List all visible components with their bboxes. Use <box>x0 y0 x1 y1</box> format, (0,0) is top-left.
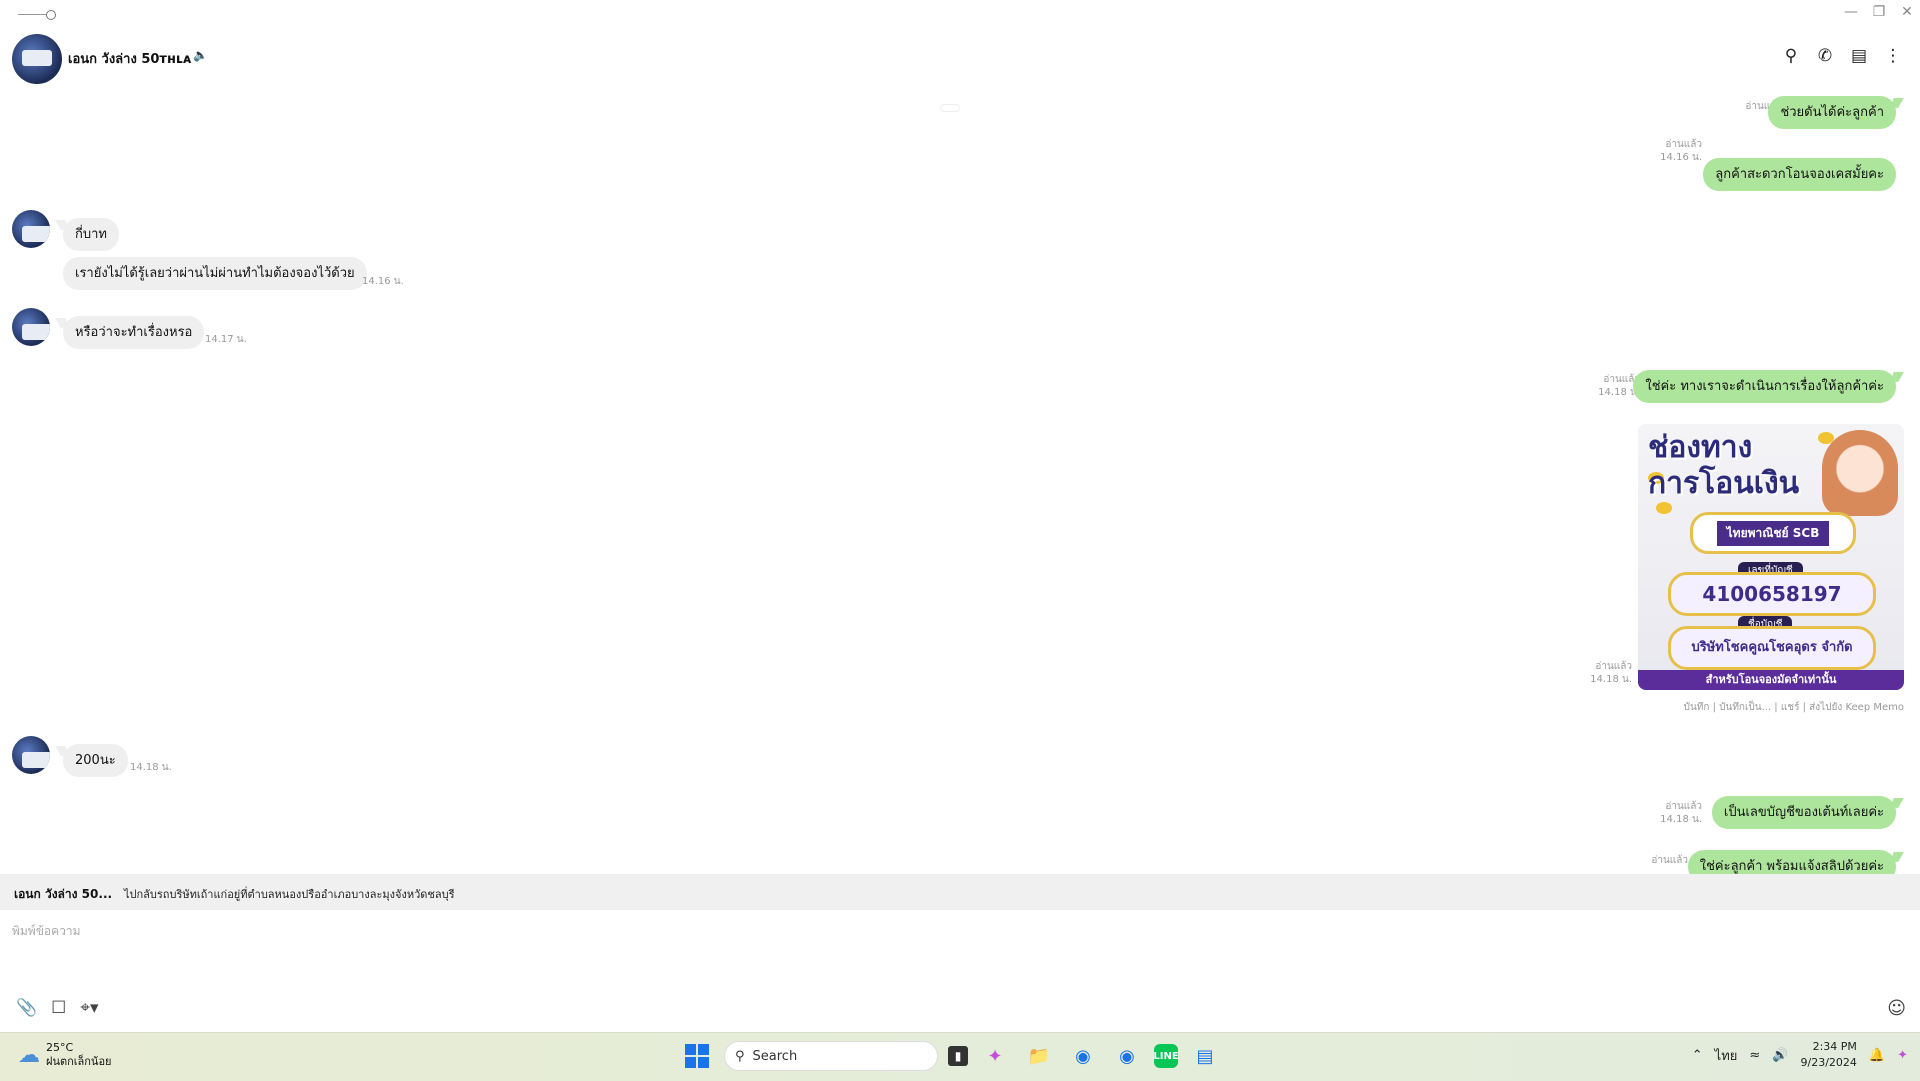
copilot-icon[interactable]: ✦ <box>978 1039 1012 1073</box>
copilot-tray-icon[interactable]: ✦ <box>1897 1048 1908 1063</box>
reply-sender: เอนก วังล่าง 50... <box>14 887 113 901</box>
mute-icon: 🔈 <box>193 48 208 62</box>
reply-text: ไปกลับรถบริษัทเถ้าแก่อยู่ที่ตำบลหนองปรือ… <box>124 888 455 901</box>
message-bubble-in[interactable]: เรายังไม่ได้รู้เลยว่าผ่านไม่ผ่านทำไมต้อง… <box>63 257 367 290</box>
bank-badge: ไทยพาณิชย์ SCB <box>1690 512 1856 554</box>
coin-decoration <box>1656 502 1672 514</box>
read-status: อ่านแล้ว <box>1595 661 1632 672</box>
notes-icon[interactable]: ▤ <box>1850 46 1868 66</box>
bell-icon[interactable]: 🔔 <box>1869 1048 1885 1063</box>
message-bubble-in[interactable]: 200นะ <box>63 744 128 777</box>
message-time: 14.16 น. <box>1660 152 1702 163</box>
message-meta: อ่านแล้ว 14.18 น. <box>1660 800 1702 826</box>
chat-header: เอนก วังล่าง 50ᴛʜʟᴀ 🔈 ⚲ ✆ ▤ ⋮ <box>0 30 1920 84</box>
line-chat-window: — ❐ ✕ เอนก วังล่าง 50ᴛʜʟᴀ 🔈 ⚲ ✆ ▤ ⋮ อ่าน… <box>0 0 1920 1032</box>
message-bubble-in[interactable]: กี่บาท <box>63 218 119 251</box>
read-status: อ่านแล้ว <box>1651 855 1688 866</box>
emoji-icon[interactable]: ☺ <box>1887 998 1906 1019</box>
read-status: อ่านแล้ว <box>1665 139 1702 150</box>
message-input[interactable] <box>10 918 1894 944</box>
message-bubble-in[interactable]: หรือว่าจะทำเรื่องหรอ <box>63 316 205 349</box>
close-icon[interactable]: ✕ <box>1900 4 1914 20</box>
wifi-icon[interactable]: ≈ <box>1749 1048 1760 1063</box>
crop-icon[interactable]: ⌖▾ <box>80 998 98 1018</box>
promo-footer: สำหรับโอนจองมัดจำเท่านั้น <box>1638 670 1904 690</box>
clock-time: 2:34 PM <box>1812 1040 1857 1053</box>
image-actions[interactable]: บันทึก | บันทึกเป็น... | แชร์ | ส่งไปยัง… <box>1684 700 1904 715</box>
date-divider <box>940 104 960 112</box>
avatar[interactable] <box>12 210 50 248</box>
message-bubble-out[interactable]: ใช่ค่ะลูกค้า พร้อมแจ้งสลิปด้วยค่ะ <box>1687 850 1896 874</box>
reply-preview-bar[interactable]: เอนก วังล่าง 50... ไปกลับรถบริษัทเถ้าแก่… <box>0 874 1920 910</box>
zoom-slider[interactable] <box>18 10 58 20</box>
phone-icon[interactable]: ✆ <box>1816 46 1834 66</box>
more-icon[interactable]: ⋮ <box>1884 46 1902 66</box>
message-time: 14.17 น. <box>205 334 247 345</box>
weather-condition: ฝนตกเล็กน้อย <box>46 1055 112 1068</box>
clock-date: 9/23/2024 <box>1800 1056 1857 1069</box>
zoom-knob[interactable] <box>46 10 56 20</box>
language-indicator[interactable]: ไทย <box>1715 1045 1738 1066</box>
read-status: อ่านแล้ว <box>1665 801 1702 812</box>
account-number: 4100658197 <box>1668 572 1876 616</box>
search-icon: ⚲ <box>735 1048 745 1064</box>
weather-widget[interactable]: ☁ 25°C ฝนตกเล็กน้อย <box>18 1041 112 1069</box>
weather-text: 25°C ฝนตกเล็กน้อย <box>46 1041 112 1069</box>
chrome-icon[interactable]: ◉ <box>1066 1039 1100 1073</box>
promo-title: ช่องทาง การโอนเงิน <box>1648 430 1799 502</box>
clock[interactable]: 2:34 PM 9/23/2024 <box>1801 1039 1857 1071</box>
message-meta: อ่านแล้ว <box>1651 854 1688 867</box>
search-placeholder: Search <box>752 1048 798 1064</box>
message-meta: อ่านแล้ว 14.16 น. <box>1660 138 1702 164</box>
message-bubble-out[interactable]: เป็นเลขบัญชีของเต้นท์เลยค่ะ <box>1711 796 1896 829</box>
coin-decoration <box>1818 432 1834 444</box>
message-time: 14.16 น. <box>362 276 404 287</box>
chat-title[interactable]: เอนก วังล่าง 50ᴛʜʟᴀ <box>68 48 191 69</box>
search-icon[interactable]: ⚲ <box>1782 46 1800 66</box>
windows-taskbar: ☁ 25°C ฝนตกเล็กน้อย ⚲ Search ▮ ✦ 📁 ◉ ◉ L… <box>0 1032 1920 1081</box>
header-actions: ⚲ ✆ ▤ ⋮ <box>1782 46 1902 66</box>
bank-name: ไทยพาณิชย์ SCB <box>1716 520 1830 546</box>
account-name: บริษัทโชคคูณโชคอุดร จำกัด <box>1668 626 1876 670</box>
avatar[interactable] <box>12 736 50 774</box>
paperclip-icon[interactable]: 📎 <box>16 998 37 1018</box>
window-controls: — ❐ ✕ <box>1844 4 1914 20</box>
avatar[interactable] <box>12 308 50 346</box>
temperature: 25°C <box>46 1041 74 1054</box>
promo-title-line1: ช่องทาง <box>1648 430 1753 465</box>
composer-tools: 📎 ☐ ⌖▾ <box>16 998 99 1018</box>
avatar[interactable] <box>12 34 62 84</box>
cloud-rain-icon: ☁ <box>18 1042 40 1068</box>
taskbar-search[interactable]: ⚲ Search <box>724 1041 938 1071</box>
message-time: 14.18 น. <box>1590 674 1632 685</box>
task-view-icon[interactable]: ▮ <box>948 1046 968 1066</box>
file-explorer-icon[interactable]: 📁 <box>1022 1039 1056 1073</box>
message-bubble-out[interactable]: ใช่ค่ะ ทางเราจะดำเนินการเรื่องให้ลูกค้าค… <box>1633 370 1896 403</box>
message-time: 14.18 น. <box>1660 814 1702 825</box>
line-app-icon[interactable]: LINE <box>1153 1044 1179 1068</box>
mascot-illustration <box>1822 430 1898 516</box>
system-tray: ⌃ ไทย ≈ 🔊 2:34 PM 9/23/2024 🔔 ✦ <box>1692 1039 1908 1071</box>
restore-icon[interactable]: ❐ <box>1872 4 1886 20</box>
message-bubble-out[interactable]: ช่วยดันได้ค่ะลูกค้า <box>1768 96 1896 129</box>
start-button[interactable] <box>680 1039 714 1073</box>
chrome-profile-icon[interactable]: ◉ <box>1110 1039 1144 1073</box>
chevron-up-icon[interactable]: ⌃ <box>1692 1048 1703 1063</box>
message-bubble-out[interactable]: ลูกค้าสะดวกโอนจองเคสมั้ยคะ <box>1703 158 1896 191</box>
message-list[interactable]: อ่านแล้ว ช่วยดันได้ค่ะลูกค้า อ่านแล้ว 14… <box>0 84 1920 874</box>
bookmark-icon[interactable]: ☐ <box>51 998 66 1018</box>
taskbar-apps: ⚲ Search ▮ ✦ 📁 ◉ ◉ LINE ▤ <box>680 1039 1222 1073</box>
message-time: 14.18 น. <box>130 762 172 773</box>
notepad-icon[interactable]: ▤ <box>1188 1039 1222 1073</box>
message-meta: อ่านแล้ว 14.18 น. <box>1590 660 1632 686</box>
volume-icon[interactable]: 🔊 <box>1772 1048 1788 1063</box>
bank-transfer-image[interactable]: ช่องทาง การโอนเงิน ไทยพาณิชย์ SCB เลขที่… <box>1638 424 1904 690</box>
promo-title-line2: การโอนเงิน <box>1648 466 1800 501</box>
minimize-icon[interactable]: — <box>1844 4 1858 20</box>
message-composer: 📎 ☐ ⌖▾ ☺ <box>0 910 1920 1032</box>
